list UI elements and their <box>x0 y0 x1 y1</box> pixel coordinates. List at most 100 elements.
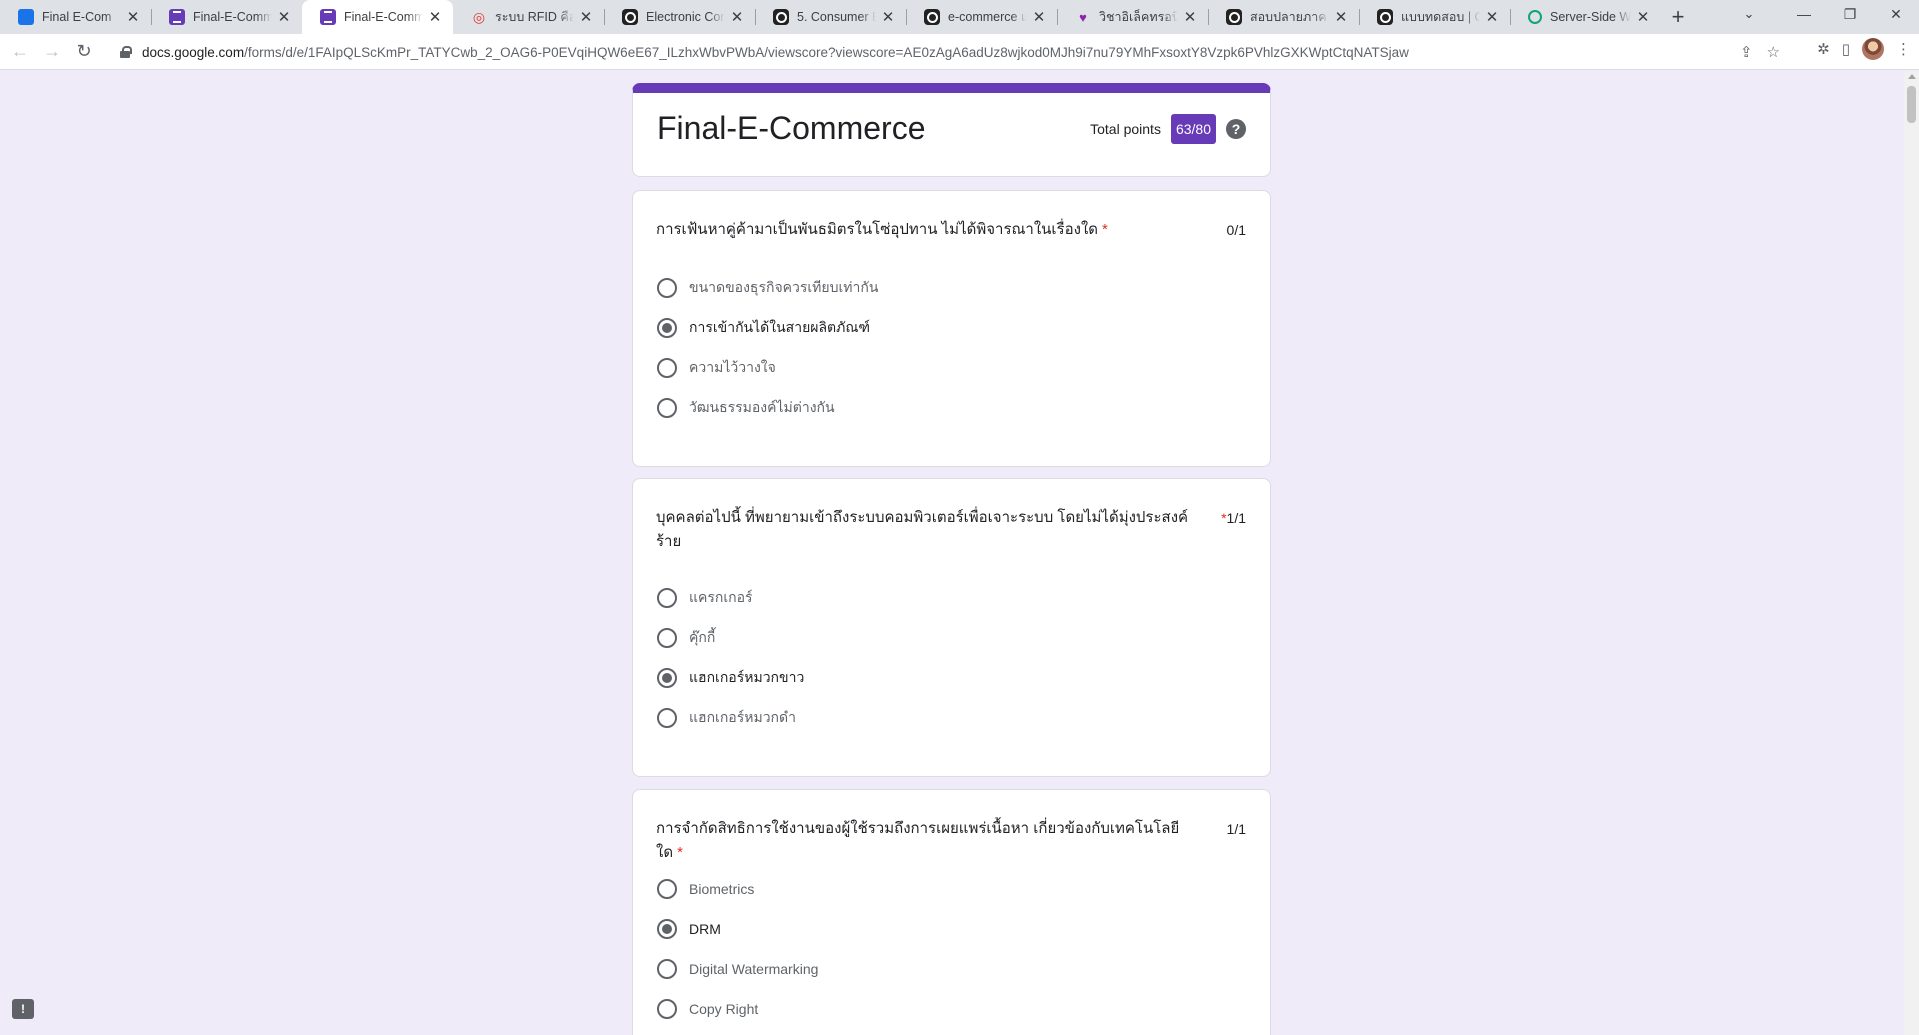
radio-button[interactable] <box>657 358 677 378</box>
lock-icon[interactable] <box>120 46 132 58</box>
browser-tab-active[interactable]: Final-E-Commer ✕ <box>302 0 453 34</box>
profile-avatar[interactable] <box>1862 38 1884 60</box>
browser-tab[interactable]: e-commerce แบ ✕ <box>906 0 1057 34</box>
question-score: *1/1 <box>1221 510 1246 526</box>
radio-option[interactable]: ความไว้วางใจ <box>657 356 776 380</box>
tab-title: Final E-Com <box>42 10 112 24</box>
close-icon[interactable]: ✕ <box>125 8 141 26</box>
tab-title: แบบทดสอบ | Quiz <box>1401 10 1480 24</box>
tab-search-chevron-icon[interactable]: ⌄ <box>1729 0 1769 28</box>
tab-title: สอบปลายภาค วิช <box>1250 10 1329 24</box>
radio-option-selected[interactable]: การเข้ากันได้ในสายผลิตภัณฑ์ <box>657 316 870 340</box>
close-icon[interactable]: ✕ <box>1333 8 1349 26</box>
close-icon[interactable]: ✕ <box>1031 8 1047 26</box>
browser-tab[interactable]: Server-Side We ✕ <box>1510 0 1661 34</box>
question-card: บุคคลต่อไปนี้ ที่พยายามเข้าถึงระบบคอมพิว… <box>632 478 1271 777</box>
browser-tab[interactable]: Final-E-Commer ✕ <box>151 0 302 34</box>
browser-tab[interactable]: สอบปลายภาค วิช ✕ <box>1208 0 1359 34</box>
total-points-label: Total points <box>1090 121 1161 137</box>
menu-kebab-icon[interactable]: ⋮ <box>1896 40 1911 58</box>
tab-title: ระบบ RFID คือ อะไ <box>495 10 574 24</box>
radio-button-checked[interactable] <box>657 668 677 688</box>
reload-icon[interactable]: ↻ <box>68 36 100 68</box>
close-icon[interactable]: ✕ <box>729 8 745 26</box>
radio-button[interactable] <box>657 588 677 608</box>
page-scrollbar[interactable] <box>1904 71 1919 1035</box>
browser-tab[interactable]: ◎ ระบบ RFID คือ อะไ ✕ <box>453 0 604 34</box>
restore-icon[interactable]: ❐ <box>1827 0 1873 28</box>
option-label: คุ๊กกี้ <box>689 629 716 645</box>
close-icon[interactable]: ✕ <box>1635 8 1651 26</box>
radio-button[interactable] <box>657 398 677 418</box>
tab-title: 5. Consumer Be <box>797 10 876 24</box>
scroll-up-arrow-icon[interactable] <box>1908 74 1916 79</box>
tab-title: Server-Side We <box>1550 10 1631 24</box>
forms-icon <box>169 9 185 25</box>
window-controls: — ❐ ✕ <box>1781 0 1919 34</box>
question-score: 0/1 <box>1226 222 1246 238</box>
form-title: Final-E-Commerce <box>657 110 926 146</box>
option-label: DRM <box>689 921 721 937</box>
option-label: แฮกเกอร์หมวกดำ <box>689 709 796 725</box>
tab-title: Final-E-Commer <box>344 10 423 24</box>
radio-option[interactable]: Biometrics <box>657 877 754 901</box>
radio-option[interactable]: Copy Right <box>657 997 758 1021</box>
radio-button[interactable] <box>657 879 677 899</box>
close-icon[interactable]: ✕ <box>276 8 292 26</box>
radio-option[interactable]: แฮกเกอร์หมวกดำ <box>657 706 796 730</box>
total-points: Total points 63/80 ? <box>1090 114 1246 144</box>
scrollbar-thumb[interactable] <box>1907 86 1916 123</box>
radio-option[interactable]: Digital Watermarking <box>657 957 818 981</box>
radio-option[interactable]: คุ๊กกี้ <box>657 626 715 650</box>
browser-tab[interactable]: Final E-Com ✕ <box>0 0 151 34</box>
required-asterisk: * <box>1102 221 1108 238</box>
help-icon[interactable]: ? <box>1226 119 1246 139</box>
option-label: การเข้ากันได้ในสายผลิตภัณฑ์ <box>689 319 870 335</box>
forward-arrow-icon[interactable]: → <box>36 36 68 68</box>
close-window-icon[interactable]: ✕ <box>1873 0 1919 28</box>
close-icon[interactable]: ✕ <box>578 8 594 26</box>
radio-button[interactable] <box>657 999 677 1019</box>
close-icon[interactable]: ✕ <box>1182 8 1198 26</box>
bookmark-star-icon[interactable]: ☆ <box>1767 43 1780 61</box>
form-header-card: Final-E-Commerce Total points 63/80 ? <box>632 83 1271 177</box>
share-icon[interactable]: ⇪ <box>1740 43 1753 61</box>
radio-option[interactable]: ขนาดของธุรกิจควรเทียบเท่ากัน <box>657 276 878 300</box>
radio-button[interactable] <box>657 708 677 728</box>
close-icon[interactable]: ✕ <box>880 8 896 26</box>
radio-button[interactable] <box>657 278 677 298</box>
close-icon[interactable]: ✕ <box>427 8 443 26</box>
option-label: ขนาดของธุรกิจควรเทียบเท่ากัน <box>689 279 879 295</box>
extensions-puzzle-icon[interactable]: ✲ <box>1817 40 1830 58</box>
radio-button-checked[interactable] <box>657 919 677 939</box>
new-tab-button[interactable]: + <box>1661 0 1695 34</box>
radio-button[interactable] <box>657 959 677 979</box>
option-label: Biometrics <box>689 881 755 897</box>
back-arrow-icon[interactable]: ← <box>4 36 36 68</box>
side-panel-icon[interactable]: ▯ <box>1842 40 1850 58</box>
form-page: Final-E-Commerce Total points 63/80 ? กา… <box>0 71 1919 1035</box>
option-label: แครกเกอร์ <box>689 589 753 605</box>
url-path: /forms/d/e/1FAIpQLScKmPr_TATYCwb_2_OAG6-… <box>244 44 1409 60</box>
browser-tab[interactable]: ♥ วิชาอิเล็คทรอนิก 7 ✕ <box>1057 0 1208 34</box>
radio-option[interactable]: แครกเกอร์ <box>657 586 753 610</box>
radio-button-checked[interactable] <box>657 318 677 338</box>
close-icon[interactable]: ✕ <box>1484 8 1500 26</box>
forms-icon <box>320 9 336 25</box>
browser-tabstrip: Final E-Com ✕ Final-E-Commer ✕ Final-E-C… <box>0 0 1919 34</box>
radio-option-selected[interactable]: แฮกเกอร์หมวกขาว <box>657 666 804 690</box>
question-card: การจำกัดสิทธิการใช้งานของผู้ใช้รวมถึงการ… <box>632 789 1271 1035</box>
radio-button[interactable] <box>657 628 677 648</box>
browser-tab[interactable]: Electronic Comr ✕ <box>604 0 755 34</box>
radio-option[interactable]: วัฒนธรรมองค์ไม่ต่างกัน <box>657 396 835 420</box>
browser-tab[interactable]: แบบทดสอบ | Quiz ✕ <box>1359 0 1510 34</box>
tab-title: Electronic Comr <box>646 10 725 24</box>
option-label: วัฒนธรรมองค์ไม่ต่างกัน <box>689 399 835 415</box>
address-bar[interactable]: docs.google.com/forms/d/e/1FAIpQLScKmPr_… <box>110 38 1780 66</box>
browser-tab[interactable]: 5. Consumer Be ✕ <box>755 0 906 34</box>
report-feedback-icon[interactable]: ! <box>12 999 34 1019</box>
tab-title: Final-E-Commer <box>193 10 272 24</box>
minimize-icon[interactable]: — <box>1781 0 1827 28</box>
quiz-icon <box>1226 9 1242 25</box>
radio-option-selected[interactable]: DRM <box>657 917 721 941</box>
